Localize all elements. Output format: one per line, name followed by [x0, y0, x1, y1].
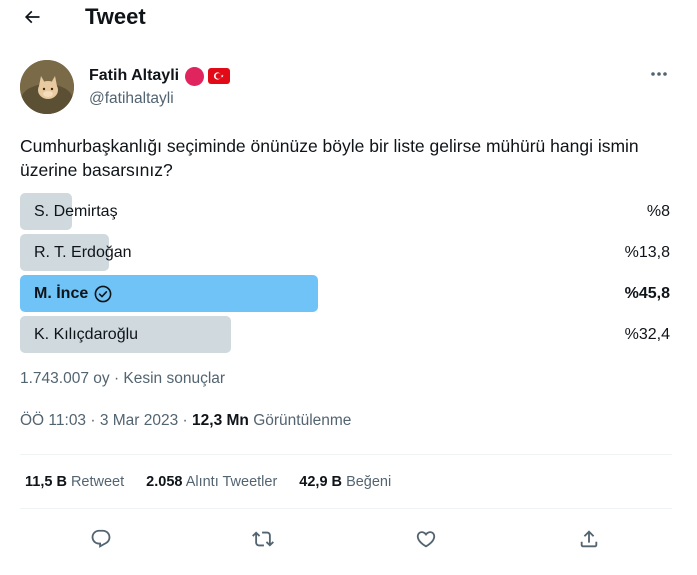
back-button[interactable] — [18, 4, 46, 30]
likes-stat[interactable]: 42,9 B Beğeni — [299, 474, 391, 490]
likes-count: 42,9 B — [299, 474, 343, 490]
author-handle[interactable]: @fatihaltayli — [89, 90, 174, 108]
more-horizontal-icon — [651, 72, 667, 76]
poll-option-label: S. Demirtaş — [34, 203, 118, 220]
avatar[interactable] — [20, 60, 74, 114]
retweets-stat[interactable]: 11,5 B Retweet — [25, 474, 124, 490]
cat-avatar-image — [20, 60, 74, 114]
divider — [20, 508, 672, 509]
retweet-icon — [252, 531, 274, 547]
reply-button[interactable] — [84, 522, 118, 556]
reply-icon — [91, 529, 111, 548]
poll-option-percent: %45,8 — [624, 285, 670, 302]
author-name[interactable]: Fatih Altayli — [89, 67, 179, 85]
poll-option: R. T. Erdoğan %13,8 — [20, 234, 672, 271]
tweet-timestamp[interactable]: ÖÖ 11:03 · 3 Mar 2023 · — [20, 412, 192, 429]
red-circle-icon — [185, 66, 205, 86]
like-icon — [416, 531, 436, 548]
engagement-stats: 11,5 B Retweet 2.058 Alıntı Tweetler 42,… — [25, 474, 413, 490]
poll-option-label: K. Kılıçdaroğlu — [34, 326, 139, 343]
poll-meta: 1.743.007 oy · Kesin sonuçlar — [20, 370, 226, 387]
top-bar: Tweet — [0, 0, 697, 36]
poll-option: S. Demirtaş %8 — [20, 193, 672, 230]
tweet-text: Cumhurbaşkanlığı seçiminde önünüze böyle… — [20, 136, 639, 180]
retweets-label: Retweet — [70, 474, 125, 490]
share-icon — [580, 530, 598, 548]
timestamp-row: ÖÖ 11:03 · 3 Mar 2023 · 12,3 Mn Görüntül… — [20, 412, 351, 430]
views-label: Görüntülenme — [253, 412, 352, 429]
arrow-left-icon — [24, 10, 40, 24]
check-circle-icon — [94, 285, 112, 303]
likes-label: Beğeni — [346, 474, 392, 490]
like-button[interactable] — [409, 522, 443, 556]
share-button[interactable] — [572, 522, 606, 556]
poll-option-label-text: M. İnce — [34, 285, 89, 302]
poll-option-percent: %8 — [646, 203, 670, 220]
poll: S. Demirtaş %8 R. T. Erdoğan %13,8 M. İn… — [20, 193, 672, 357]
action-bar — [0, 522, 697, 556]
divider — [20, 454, 672, 455]
poll-option-label: M. İnce — [34, 275, 112, 312]
poll-option-label: R. T. Erdoğan — [34, 244, 132, 261]
views-count: 12,3 Mn — [192, 412, 249, 429]
poll-option-percent: %32,4 — [624, 326, 670, 343]
poll-option-percent: %13,8 — [624, 244, 670, 261]
poll-option-winner: M. İnce %45,8 — [20, 275, 672, 312]
turkey-flag-icon — [208, 68, 231, 84]
poll-option: K. Kılıçdaroğlu %32,4 — [20, 316, 672, 353]
quotes-stat[interactable]: 2.058 Alıntı Tweetler — [146, 474, 277, 490]
quotes-label: Alıntı Tweetler — [185, 474, 278, 490]
more-options-button[interactable] — [646, 64, 672, 84]
retweets-count: 11,5 B — [25, 474, 67, 490]
retweet-button[interactable] — [246, 522, 280, 556]
quotes-count: 2.058 — [146, 474, 183, 490]
page-title: Tweet — [85, 4, 146, 29]
author-name-row: Fatih Altayli — [89, 66, 231, 86]
